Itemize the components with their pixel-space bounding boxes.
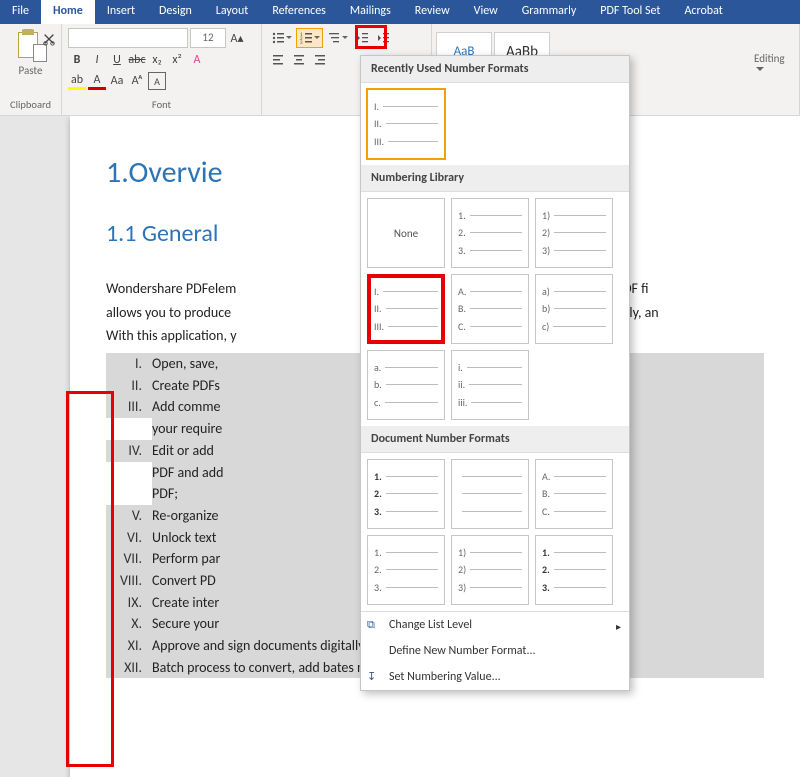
clipboard-label: Clipboard — [10, 98, 51, 111]
tab-view[interactable]: View — [462, 0, 510, 24]
italic-icon[interactable]: I — [88, 51, 106, 69]
paste-label: Paste — [19, 64, 43, 77]
tab-mailings[interactable]: Mailings — [338, 0, 403, 24]
tab-references[interactable]: References — [260, 0, 338, 24]
font-color-icon[interactable]: A — [88, 72, 106, 90]
numfmt-doc-123dot[interactable]: 1.2.3. — [367, 535, 445, 605]
strike-icon[interactable]: abc — [128, 51, 146, 69]
multilevel-button[interactable] — [324, 28, 351, 48]
editing-group: Editing — [748, 24, 800, 115]
cut-icon[interactable] — [42, 32, 56, 46]
numfmt-none[interactable]: None — [367, 198, 445, 268]
numfmt-doc-abc-upper[interactable]: A.B.C. — [535, 459, 613, 529]
dropdown-section-document: Document Number Formats — [361, 426, 629, 453]
align-center-icon[interactable] — [289, 50, 309, 70]
underline-icon[interactable]: U — [108, 51, 126, 69]
tab-acrobat[interactable]: Acrobat — [672, 0, 734, 24]
editing-dropdown[interactable]: Editing — [754, 52, 793, 78]
font-group: 12 A▴ B I U abc x₂ x² A ab A Aa Aᴬ A Fon… — [62, 24, 262, 115]
svg-text:3: 3 — [300, 40, 303, 45]
menu-define-new-format[interactable]: Define New Number Format... — [361, 638, 629, 664]
decrease-indent-icon[interactable] — [352, 28, 372, 48]
paste-button[interactable]: Paste — [15, 28, 47, 77]
numfmt-doc-plain[interactable] — [451, 459, 529, 529]
numfmt-roman-lower[interactable]: i.ii.iii. — [451, 350, 529, 420]
font-name-combo[interactable] — [68, 28, 188, 48]
numfmt-123dot[interactable]: 1.2.3. — [451, 198, 529, 268]
chevron-right-icon: ▸ — [616, 620, 621, 633]
small-caps-icon[interactable]: Aᴬ — [128, 72, 146, 90]
char-border-icon[interactable]: A — [148, 72, 166, 90]
tab-review[interactable]: Review — [403, 0, 462, 24]
tab-file[interactable]: File — [0, 0, 41, 24]
indent-icon: ⧉ — [367, 618, 375, 632]
bullets-button[interactable] — [268, 28, 295, 48]
grow-font-icon[interactable]: A▴ — [228, 29, 246, 47]
change-case-icon[interactable]: Aa — [108, 72, 126, 90]
tab-pdf-tool-set[interactable]: PDF Tool Set — [588, 0, 672, 24]
font-group-label: Font — [68, 98, 255, 111]
font-size-combo[interactable]: 12 — [190, 28, 226, 48]
number-icon: ↧ — [367, 670, 376, 683]
numfmt-recent-roman[interactable]: I.II.III. — [367, 89, 445, 159]
align-left-icon[interactable] — [268, 50, 288, 70]
numfmt-doc-123paren[interactable]: 1)2)3) — [451, 535, 529, 605]
menu-set-numbering-value[interactable]: ↧ Set Numbering Value... — [361, 664, 629, 690]
numfmt-doc-bold123b[interactable]: 1.2.3. — [535, 535, 613, 605]
clipboard-group: Paste Clipboard — [0, 24, 62, 115]
tab-design[interactable]: Design — [147, 0, 204, 24]
tab-grammarly[interactable]: Grammarly — [510, 0, 589, 24]
bold-icon[interactable]: B — [68, 51, 86, 69]
numfmt-abc-paren[interactable]: a)b)c) — [535, 274, 613, 344]
menu-change-list-level[interactable]: ⧉ Change List Level ▸ — [361, 612, 629, 638]
superscript-icon[interactable]: x² — [168, 51, 186, 69]
numbering-button[interactable]: 123 — [296, 28, 323, 48]
align-right-icon[interactable] — [310, 50, 330, 70]
numfmt-doc-bold123[interactable]: 1.2.3. — [367, 459, 445, 529]
highlight-icon[interactable]: ab — [68, 72, 86, 90]
tab-insert[interactable]: Insert — [95, 0, 147, 24]
tab-layout[interactable]: Layout — [204, 0, 261, 24]
menu-bar: File Home Insert Design Layout Reference… — [0, 0, 800, 24]
numfmt-abc-dot[interactable]: a.b.c. — [367, 350, 445, 420]
increase-indent-icon[interactable] — [373, 28, 393, 48]
numfmt-123paren[interactable]: 1)2)3) — [535, 198, 613, 268]
subscript-icon[interactable]: x₂ — [148, 51, 166, 69]
tab-home[interactable]: Home — [41, 0, 95, 24]
numfmt-abc-upper[interactable]: A.B.C. — [451, 274, 529, 344]
dropdown-section-library: Numbering Library — [361, 165, 629, 192]
numfmt-roman-upper[interactable]: I.II.III. — [367, 274, 445, 344]
clear-format-icon[interactable]: A — [188, 51, 206, 69]
dropdown-section-recent: Recently Used Number Formats — [361, 56, 629, 83]
numbering-dropdown: Recently Used Number Formats I.II.III. N… — [360, 55, 630, 691]
